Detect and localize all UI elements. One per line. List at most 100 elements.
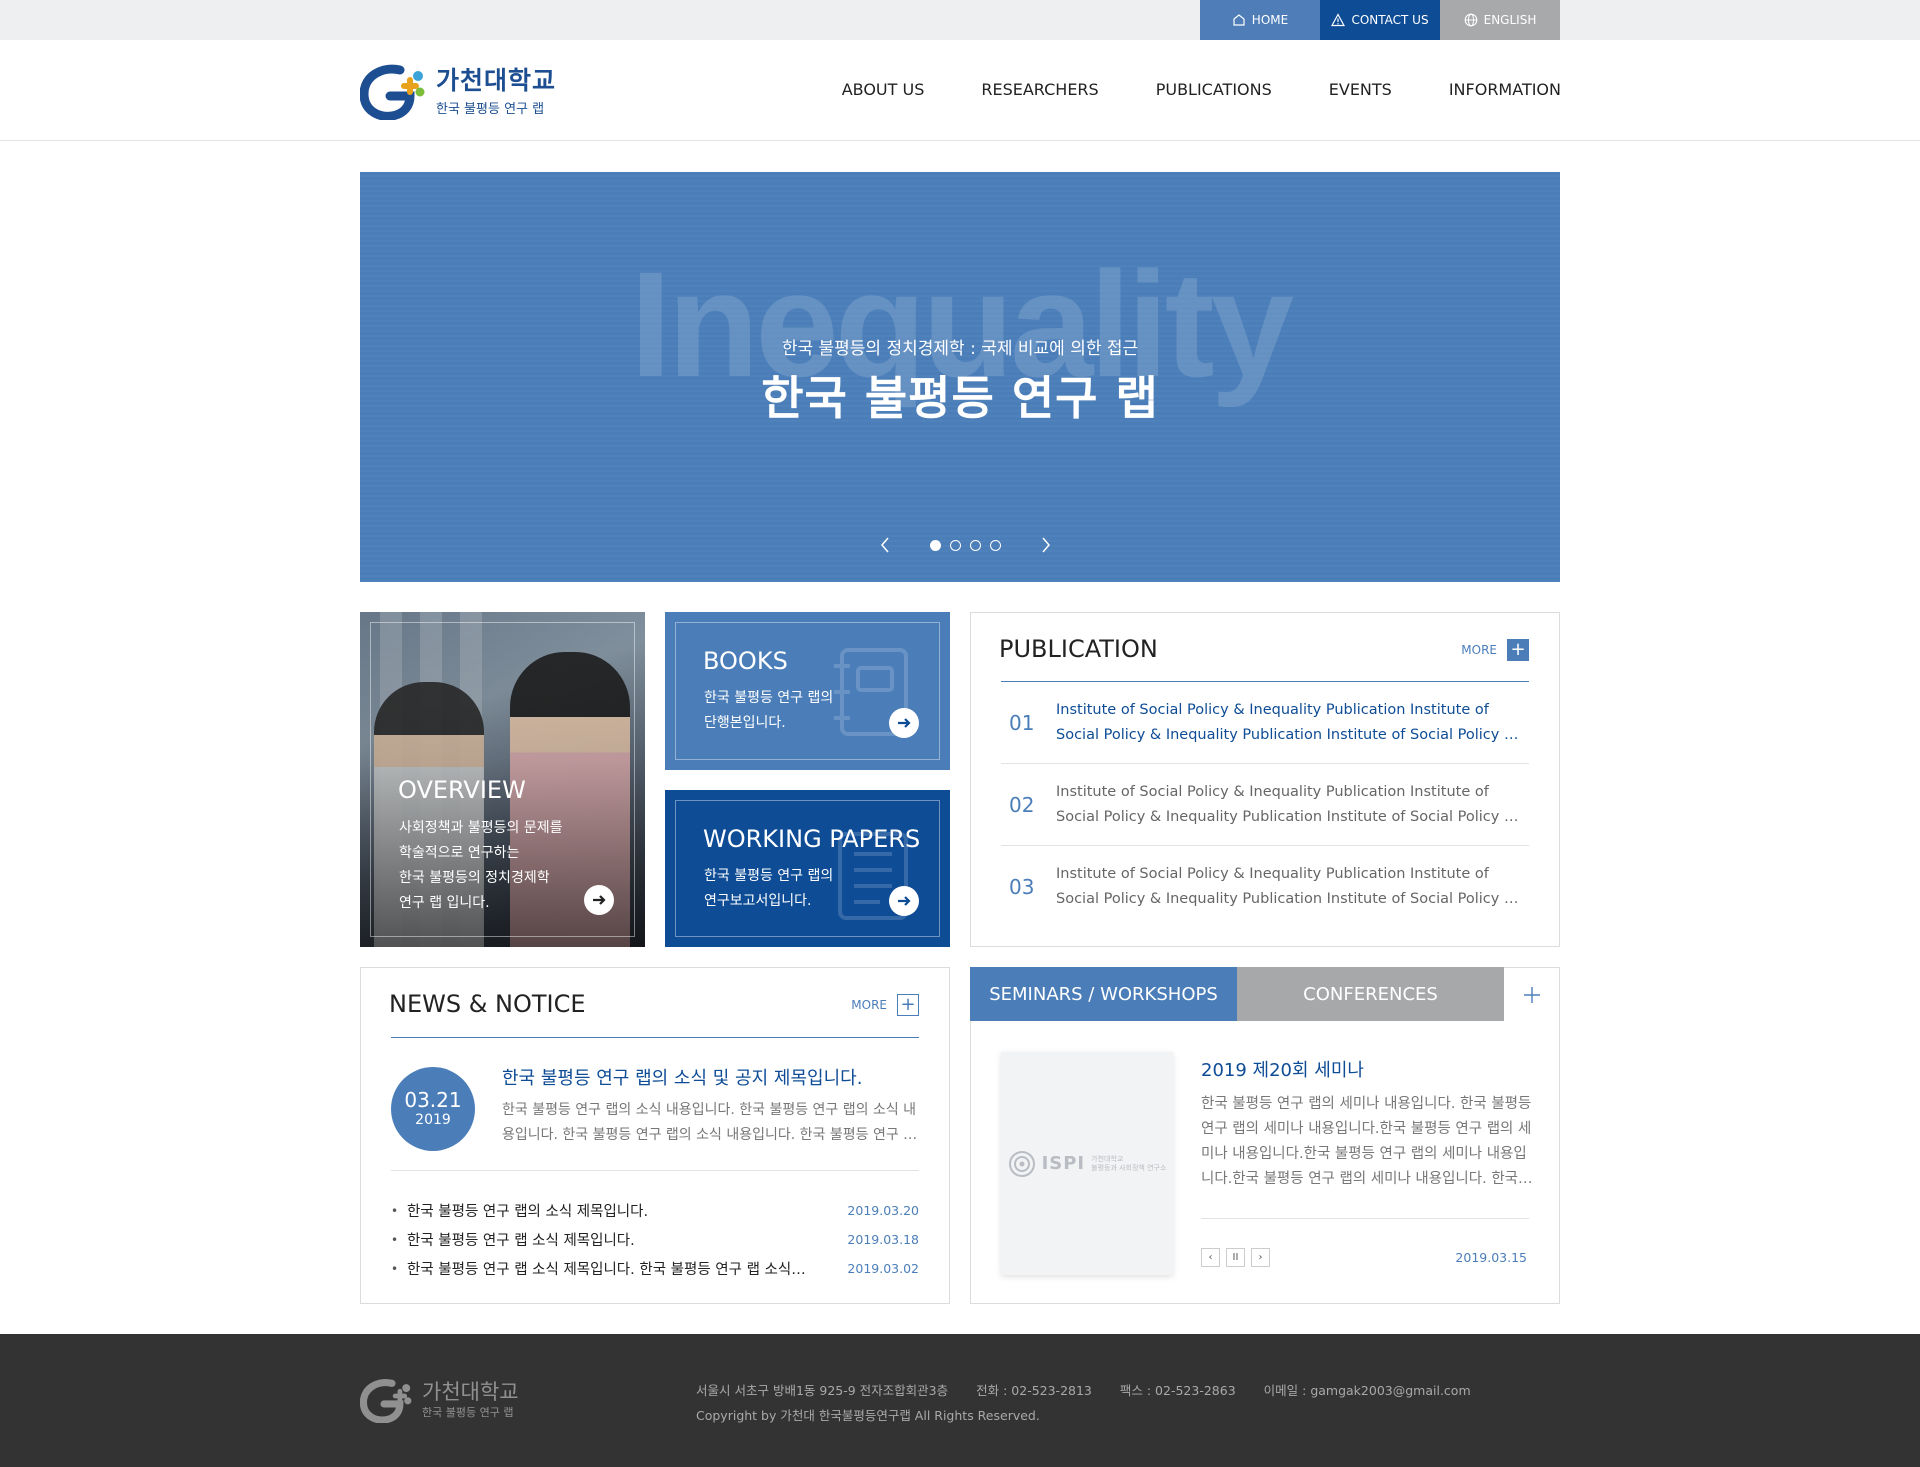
news-item-date: 2019.03.18 — [847, 1232, 919, 1247]
publication-number: 01 — [1009, 710, 1035, 735]
working-papers-desc-line: 한국 불평등 연구 랩의 — [704, 868, 834, 884]
featured-date-badge: 03.21 2019 — [391, 1067, 475, 1151]
footer-logo: 가천대학교 한국 불평등 연구 랩 — [360, 1377, 519, 1423]
nav-information[interactable]: INFORMATION — [1449, 80, 1561, 99]
working-papers-title: WORKING PAPERS — [703, 825, 921, 853]
contact-us-label: CONTACT US — [1351, 13, 1429, 27]
overview-desc-line: 학술적으로 연구하는 — [399, 845, 520, 861]
news-notice-panel: NEWS & NOTICE MORE + 03.21 2019 한국 불평등 연… — [360, 967, 950, 1304]
overview-card[interactable]: OVERVIEW 사회정책과 불평등의 문제를 학술적으로 연구하는 한국 불평… — [360, 612, 645, 947]
next-slide-icon[interactable] — [1031, 530, 1061, 560]
bullet-icon: • — [391, 1203, 399, 1218]
contact-us-link[interactable]: CONTACT US — [1320, 0, 1440, 40]
utility-links: HOME CONTACT US ENGLISH — [1200, 0, 1560, 40]
overview-desc-line: 연구 랩 입니다. — [399, 895, 490, 911]
home-label: HOME — [1251, 13, 1289, 27]
news-item-date: 2019.03.20 — [847, 1203, 919, 1218]
english-link[interactable]: ENGLISH — [1440, 0, 1560, 40]
chevron-right-icon[interactable]: › — [1251, 1248, 1270, 1267]
slide-dot-2[interactable] — [950, 539, 961, 551]
working-papers-desc-line: 연구보고서입니다. — [704, 893, 812, 909]
news-item-title: 한국 불평등 연구 랩 소식 제목입니다. — [407, 1233, 635, 1249]
footer-info: 서울시 서초구 방배1동 925-9 전자조합회관3층 전화 : 02-523-… — [696, 1378, 1471, 1428]
nav-events[interactable]: EVENTS — [1329, 80, 1392, 99]
publication-item[interactable]: 01 Institute of Social Policy & Inequali… — [1001, 682, 1529, 764]
news-title: NEWS & NOTICE — [389, 990, 586, 1018]
footer-email: 이메일 : gamgak2003@gmail.com — [1263, 1383, 1471, 1398]
site-footer: 가천대학교 한국 불평등 연구 랩 서울시 서초구 방배1동 925-9 전자조… — [0, 1334, 1920, 1467]
news-item-title: 한국 불평등 연구 랩 소식 제목입니다. 한국 불평등 연구 랩 소식 제목입… — [407, 1262, 848, 1278]
ispi-sub-line: 불평등과 사회정책 연구소 — [1091, 1163, 1167, 1172]
ispi-sub-line: 가천대학교 — [1091, 1154, 1124, 1163]
books-title: BOOKS — [703, 647, 788, 675]
plus-icon: + — [897, 994, 919, 1016]
publication-panel: PUBLICATION MORE + 01 Institute of Socia… — [970, 612, 1560, 947]
seminar-description: 한국 불평등 연구 랩의 세미나 내용입니다. 한국 불평등 연구 랩의 세미나… — [1201, 1096, 1536, 1187]
tab-conferences[interactable]: CONFERENCES — [1237, 967, 1504, 1021]
ispi-logo-icon — [1008, 1150, 1035, 1177]
home-link[interactable]: HOME — [1200, 0, 1320, 40]
seminar-title[interactable]: 2019 제20회 세미나 — [1201, 1056, 1364, 1082]
divider — [391, 1037, 919, 1038]
hero-subtitle: 한국 불평등의 정치경제학 : 국제 비교에 의한 접근 — [781, 339, 1139, 359]
divider — [1201, 1218, 1529, 1219]
english-label: ENGLISH — [1483, 13, 1537, 27]
footer-copyright: Copyright by 가천대 한국불평등연구랩 All Rights Res… — [696, 1408, 1040, 1423]
seminar-thumbnail[interactable]: ISPI 가천대학교 불평등과 사회정책 연구소 — [1001, 1052, 1173, 1275]
publication-title: PUBLICATION — [999, 635, 1158, 663]
logo-main-text: 가천대학교 — [436, 65, 557, 95]
arrow-right-icon[interactable] — [889, 708, 919, 738]
books-card[interactable]: BOOKS 한국 불평등 연구 랩의 단행본입니다. — [665, 612, 950, 770]
news-list-item[interactable]: • 한국 불평등 연구 랩 소식 제목입니다. 2019.03.18 — [391, 1225, 919, 1254]
footer-logo-main: 가천대학교 — [422, 1380, 519, 1404]
featured-date-year: 2019 — [415, 1112, 451, 1128]
hero-slider: Inequality 한국 불평등의 정치경제학 : 국제 비교에 의한 접근 … — [360, 172, 1560, 582]
ispi-logo-subtext: 가천대학교 불평등과 사회정책 연구소 — [1091, 1155, 1166, 1173]
publication-more-button[interactable]: MORE + — [1461, 639, 1529, 661]
nav-researchers[interactable]: RESEARCHERS — [981, 80, 1098, 99]
nav-about-us[interactable]: ABOUT US — [842, 80, 925, 99]
gachon-logo-mark — [360, 1379, 412, 1423]
books-desc-line: 한국 불평등 연구 랩의 — [704, 690, 834, 706]
plus-icon[interactable] — [1505, 968, 1559, 1021]
site-logo[interactable]: 가천대학교 한국 불평등 연구 랩 — [360, 62, 570, 120]
news-list-item[interactable]: • 한국 불평등 연구 랩의 소식 제목입니다. 2019.03.20 — [391, 1196, 919, 1225]
working-papers-description: 한국 불평등 연구 랩의 연구보고서입니다. — [704, 864, 833, 914]
publication-item[interactable]: 03 Institute of Social Policy & Inequali… — [1001, 846, 1529, 928]
footer-logo-sub: 한국 불평등 연구 랩 — [422, 1406, 514, 1419]
chevron-left-icon[interactable]: ‹ — [1201, 1248, 1220, 1267]
seminar-tabs: SEMINARS / WORKSHOPS CONFERENCES — [970, 967, 1504, 1021]
nav-publications[interactable]: PUBLICATIONS — [1156, 80, 1272, 99]
publication-item[interactable]: 02 Institute of Social Policy & Inequali… — [1001, 764, 1529, 846]
bullet-icon: • — [391, 1261, 399, 1276]
footer-contact-row: 서울시 서초구 방배1동 925-9 전자조합회관3층 전화 : 02-523-… — [696, 1378, 1471, 1403]
slide-dot-4[interactable] — [990, 539, 1001, 551]
warning-icon — [1331, 13, 1346, 27]
pause-icon[interactable]: II — [1226, 1248, 1245, 1267]
publication-number: 03 — [1009, 875, 1035, 899]
arrow-right-icon[interactable] — [584, 885, 614, 915]
news-list-item[interactable]: • 한국 불평등 연구 랩 소식 제목입니다. 한국 불평등 연구 랩 소식 제… — [391, 1254, 919, 1283]
overview-title: OVERVIEW — [398, 776, 526, 804]
featured-news-description: 한국 불평등 연구 랩의 소식 내용입니다. 한국 불평등 연구 랩의 소식 내… — [502, 1102, 917, 1143]
slide-dot-3[interactable] — [970, 539, 981, 551]
news-more-button[interactable]: MORE + — [851, 994, 919, 1016]
featured-date-day: 03.21 — [404, 1088, 462, 1112]
arrow-right-icon[interactable] — [889, 886, 919, 916]
site-header: 가천대학교 한국 불평등 연구 랩 ABOUT US RESEARCHERS P… — [0, 40, 1920, 141]
hero-controls — [870, 530, 1061, 560]
seminar-date: 2019.03.15 — [1455, 1250, 1527, 1265]
divider — [391, 1170, 919, 1171]
prev-slide-icon[interactable] — [870, 530, 900, 560]
logo-sub-text: 한국 불평등 연구 랩 — [436, 101, 545, 117]
tab-seminars-workshops[interactable]: SEMINARS / WORKSHOPS — [970, 967, 1237, 1021]
footer-logo-text: 가천대학교 한국 불평등 연구 랩 — [422, 1380, 519, 1420]
more-label: MORE — [1461, 643, 1497, 657]
footer-fax: 팩스 : 02-523-2863 — [1119, 1383, 1236, 1398]
working-papers-card[interactable]: WORKING PAPERS 한국 불평등 연구 랩의 연구보고서입니다. — [665, 790, 950, 947]
featured-news-title[interactable]: 한국 불평등 연구 랩의 소식 및 공지 제목입니다. — [502, 1064, 862, 1090]
books-desc-line: 단행본입니다. — [704, 715, 786, 731]
home-icon — [1233, 14, 1245, 26]
slide-dot-1[interactable] — [930, 539, 941, 551]
overview-description: 사회정책과 불평등의 문제를 학술적으로 연구하는 한국 불평등의 정치경제학 … — [399, 816, 599, 916]
